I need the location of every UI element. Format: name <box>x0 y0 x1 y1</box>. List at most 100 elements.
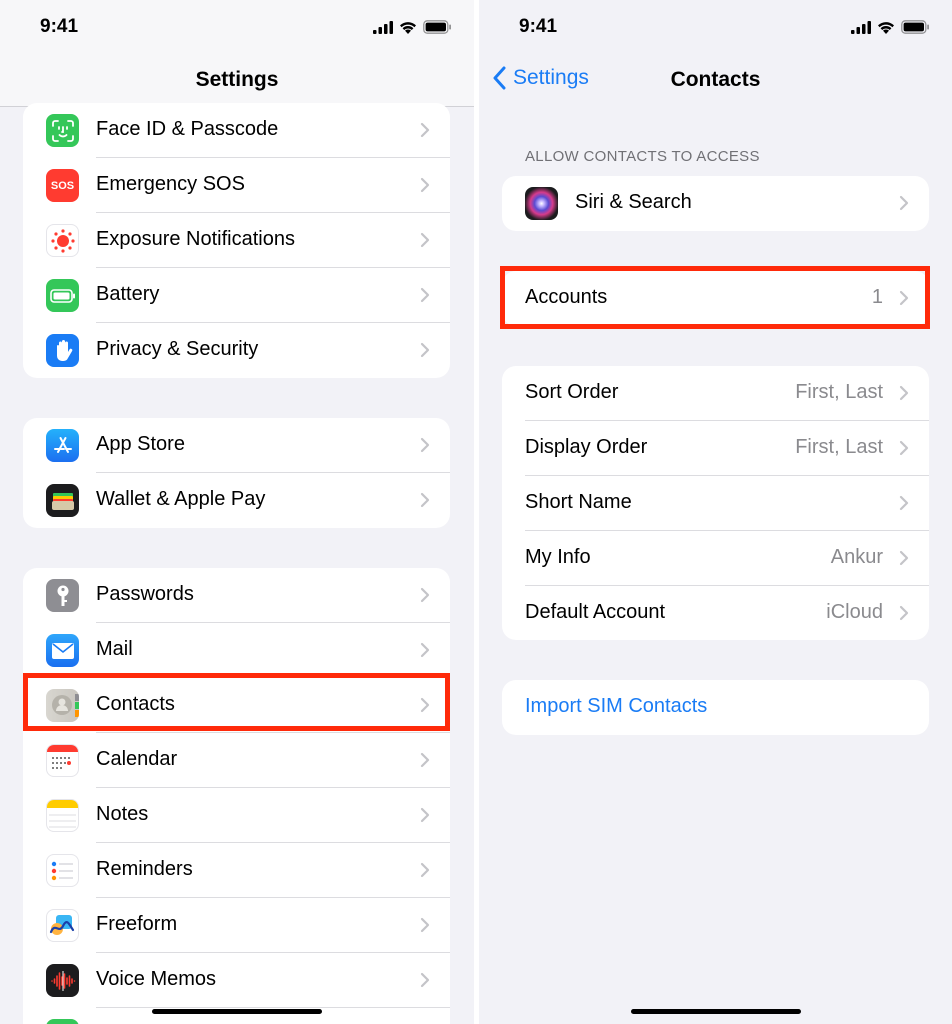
settings-item-label: Face ID & Passcode <box>96 118 279 140</box>
section-header: ALLOW CONTACTS TO ACCESS <box>525 148 760 165</box>
settings-item-siri-search[interactable]: Siri & Search <box>502 176 929 231</box>
settings-item-label: Notes <box>96 803 149 825</box>
chevron-right-icon <box>420 642 430 658</box>
exposure-notifications-icon <box>46 224 79 257</box>
settings-item-label: Passwords <box>96 583 194 605</box>
chevron-right-icon <box>420 287 430 303</box>
settings-item-label: Calendar <box>96 748 178 770</box>
chevron-right-icon <box>420 862 430 878</box>
nav-bar: Settings <box>0 56 474 107</box>
settings-item-value: iCloud <box>826 601 883 623</box>
chevron-right-icon <box>420 752 430 768</box>
settings-item-wallet[interactable]: Wallet & Apple Pay <box>23 473 450 528</box>
status-bar: 9:41 <box>479 0 952 56</box>
cellular-signal-icon <box>373 20 393 34</box>
settings-item-display-order[interactable]: Display Order First, Last <box>502 421 929 476</box>
wifi-icon <box>878 21 894 34</box>
settings-item-label: Display Order <box>525 436 648 458</box>
import-group: Import SIM Contacts <box>502 680 929 735</box>
settings-item-voice-memos[interactable]: Voice Memos <box>23 953 450 1008</box>
app-store-icon <box>46 429 79 462</box>
wifi-icon <box>400 21 416 34</box>
settings-item-battery[interactable]: Battery <box>23 268 450 323</box>
page-title: Contacts <box>670 68 761 91</box>
settings-item-label: Siri & Search <box>575 191 692 213</box>
status-icons <box>373 20 452 34</box>
status-icons <box>851 20 930 34</box>
battery-icon <box>901 20 929 34</box>
key-icon <box>46 579 79 612</box>
settings-screen: 9:41 Settings Face ID & Passcode SOS Eme… <box>0 0 474 1024</box>
settings-item-label: Freeform <box>96 913 178 935</box>
chevron-right-icon <box>420 972 430 988</box>
settings-item-label: Exposure Notifications <box>96 228 295 250</box>
settings-item-label: Sort Order <box>525 381 619 403</box>
settings-item-privacy-security[interactable]: Privacy & Security <box>23 323 450 378</box>
chevron-right-icon <box>420 917 430 933</box>
import-sim-contacts-button[interactable]: Import SIM Contacts <box>502 680 929 735</box>
status-time: 9:41 <box>519 16 558 37</box>
battery-icon <box>423 20 451 34</box>
settings-item-passwords[interactable]: Passwords <box>23 568 450 623</box>
settings-item-label: Emergency SOS <box>96 173 245 195</box>
cellular-signal-icon <box>851 20 871 34</box>
highlight-box-contacts <box>23 673 450 731</box>
settings-item-my-info[interactable]: My Info Ankur <box>502 531 929 586</box>
chevron-right-icon <box>420 492 430 508</box>
settings-item-calendar[interactable]: Calendar <box>23 733 450 788</box>
sos-icon-text: SOS <box>50 179 75 192</box>
chevron-right-icon <box>899 385 909 401</box>
chevron-right-icon <box>899 495 909 511</box>
highlight-box-accounts <box>500 266 930 329</box>
settings-item-mail[interactable]: Mail <box>23 623 450 678</box>
chevron-right-icon <box>420 177 430 193</box>
settings-item-label: Short Name <box>525 491 632 513</box>
settings-item-default-account[interactable]: Default Account iCloud <box>502 586 929 640</box>
settings-item-label: Voice Memos <box>96 968 217 990</box>
mail-icon <box>46 634 79 667</box>
settings-item-notes[interactable]: Notes <box>23 788 450 843</box>
home-indicator <box>152 1009 322 1014</box>
settings-item-sort-order[interactable]: Sort Order First, Last <box>502 366 929 421</box>
settings-group-apps: Passwords Mail Contacts Calendar Notes R… <box>23 568 450 1024</box>
siri-icon <box>525 187 558 220</box>
partial-app-icon <box>46 1019 79 1024</box>
voice-memos-icon <box>46 964 79 997</box>
chevron-right-icon <box>899 605 909 621</box>
settings-group-store: App Store Wallet & Apple Pay <box>23 418 450 528</box>
settings-item-value: Ankur <box>830 546 883 568</box>
page-title: Settings <box>195 68 279 91</box>
nav-bar: Settings Contacts <box>479 56 952 106</box>
chevron-right-icon <box>899 195 909 211</box>
settings-item-exposure-notifications[interactable]: Exposure Notifications <box>23 213 450 268</box>
wallet-icon <box>46 484 79 517</box>
status-bar: 9:41 <box>0 0 474 56</box>
chevron-right-icon <box>899 550 909 566</box>
calendar-icon <box>46 744 79 777</box>
settings-item-freeform[interactable]: Freeform <box>23 898 450 953</box>
chevron-right-icon <box>420 437 430 453</box>
settings-item-value: First, Last <box>795 381 883 403</box>
chevron-right-icon <box>420 807 430 823</box>
settings-item-short-name[interactable]: Short Name <box>502 476 929 531</box>
settings-item-reminders[interactable]: Reminders <box>23 843 450 898</box>
contacts-settings-screen: 9:41 Settings Contacts ALLOW CONTACTS TO… <box>479 0 952 1024</box>
settings-item-label: Privacy & Security <box>96 338 259 360</box>
home-indicator <box>631 1009 801 1014</box>
notes-icon <box>46 799 79 832</box>
freeform-icon <box>46 909 79 942</box>
sos-icon: SOS <box>46 169 79 202</box>
settings-item-label: Mail <box>96 638 133 660</box>
settings-item-face-id[interactable]: Face ID & Passcode <box>23 103 450 158</box>
settings-item-emergency-sos[interactable]: SOS Emergency SOS <box>23 158 450 213</box>
settings-item-label: My Info <box>525 546 591 568</box>
settings-item-app-store[interactable]: App Store <box>23 418 450 473</box>
settings-item-label: Reminders <box>96 858 193 880</box>
chevron-right-icon <box>420 342 430 358</box>
chevron-right-icon <box>420 122 430 138</box>
status-time: 9:41 <box>40 16 79 37</box>
settings-item-label: App Store <box>96 433 185 455</box>
hand-icon <box>46 334 79 367</box>
contacts-options-group: Sort Order First, Last Display Order Fir… <box>502 366 929 640</box>
settings-item-label: Battery <box>96 283 160 305</box>
